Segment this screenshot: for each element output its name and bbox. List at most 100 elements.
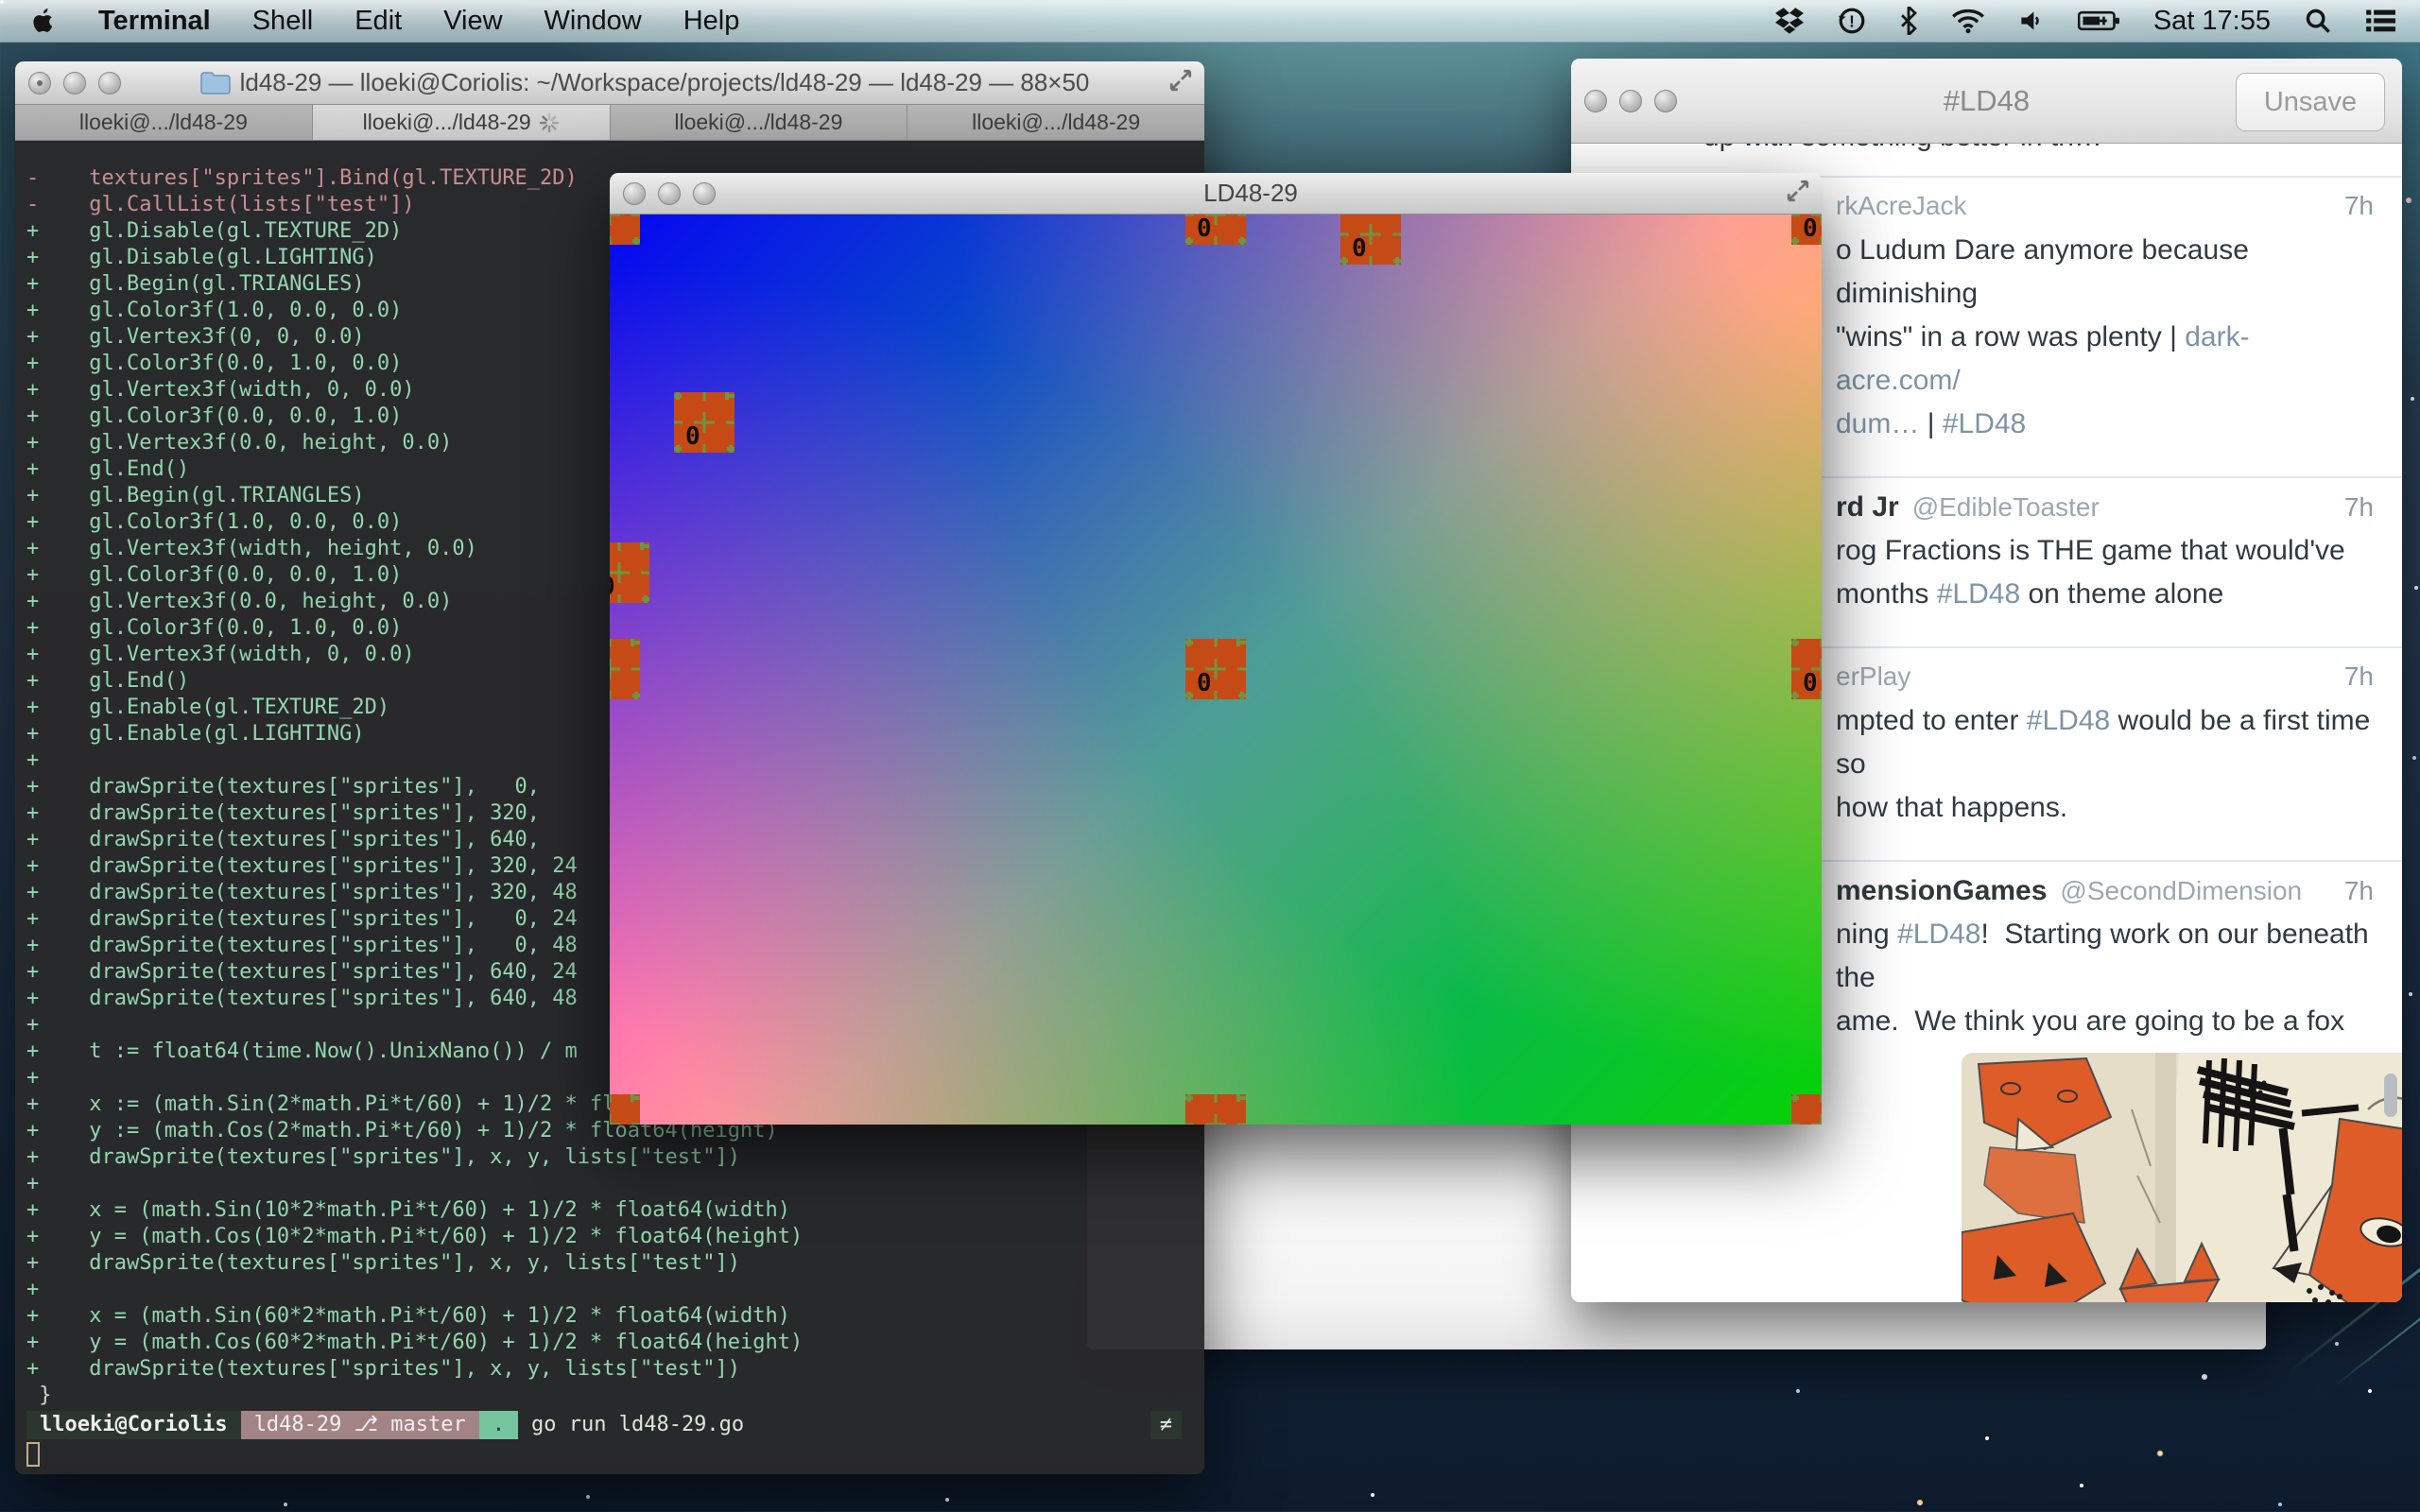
- tweet-link[interactable]: #LD48: [1937, 578, 2020, 610]
- terminal-cursor: [26, 1442, 40, 1467]
- tweet-author-name[interactable]: mensionGames: [1836, 875, 2047, 907]
- game-titlebar[interactable]: LD48-29: [610, 173, 1822, 215]
- svg-text:0: 0: [1352, 234, 1367, 263]
- tweet-text-line: dum… | #LD48: [1836, 403, 2374, 446]
- terminal-line: +: [26, 1277, 1195, 1303]
- tweet-text-segment: on theme alone: [2020, 578, 2223, 610]
- game-window-title: LD48-29: [716, 179, 1786, 208]
- tweet-author-handle[interactable]: @EdibleToaster: [1912, 492, 2100, 523]
- tweet-text-line: ning #LD48! Starting work on our beneath…: [1836, 913, 2374, 1000]
- prompt-git-segment: ld48-29 ⎇ master: [241, 1411, 479, 1439]
- menu-bar: Terminal Shell Edit View Window Help ! S…: [0, 0, 2420, 43]
- menu-help[interactable]: Help: [683, 6, 740, 37]
- tweet-author-handle[interactable]: erPlay: [1836, 662, 1910, 692]
- game-sprite: 0: [1185, 639, 1246, 699]
- fullscreen-icon[interactable]: [1168, 68, 1193, 97]
- close-button[interactable]: [28, 72, 51, 94]
- game-sprite: 0: [610, 542, 649, 603]
- shell-prompt: lloeki@Coriolis ld48-29 ⎇ master . go ru…: [26, 1411, 1195, 1439]
- tweet-text-segment: mpted to enter: [1836, 705, 2027, 736]
- menu-view[interactable]: View: [443, 6, 502, 37]
- svg-text:0: 0: [1803, 669, 1818, 697]
- menu-window[interactable]: Window: [544, 6, 642, 37]
- bluetooth-icon[interactable]: [1900, 7, 1917, 35]
- terminal-line: + x = (math.Sin(60*2*math.Pi*t/60) + 1)/…: [26, 1303, 1195, 1330]
- tweet-timestamp: 7h: [2344, 492, 2374, 523]
- terminal-tab-3[interactable]: lloeki@.../ld48-29: [611, 105, 908, 140]
- tweet-photo-fox-sketches[interactable]: [1962, 1053, 2402, 1302]
- spotlight-icon[interactable]: [2305, 8, 2331, 34]
- prompt-user-segment: lloeki@Coriolis: [26, 1411, 241, 1439]
- terminal-tab-2[interactable]: lloeki@.../ld48-29: [313, 105, 611, 140]
- notification-center-icon[interactable]: [2365, 9, 2395, 33]
- terminal-tab-4[interactable]: lloeki@.../ld48-29: [908, 105, 1204, 140]
- game-sprite: 0: [1791, 639, 1822, 699]
- game-sprite: 0: [1340, 215, 1401, 265]
- tweet-author-name[interactable]: rd Jr: [1836, 491, 1899, 524]
- game-sprite: 0: [674, 392, 735, 453]
- apple-menu-icon[interactable]: [32, 7, 57, 35]
- tweet-text-segment: |: [1919, 408, 1942, 439]
- terminal-line: + drawSprite(textures["sprites"], x, y, …: [26, 1250, 1195, 1277]
- terminal-line: }: [26, 1383, 1195, 1409]
- menu-clock[interactable]: Sat 17:55: [2153, 6, 2271, 37]
- wifi-icon[interactable]: [1951, 8, 1985, 34]
- svg-text:0: 0: [610, 573, 615, 601]
- tweet-timestamp: 7h: [2344, 662, 2374, 692]
- time-machine-icon[interactable]: !: [1838, 7, 1866, 35]
- tweet-link[interactable]: #LD48: [1897, 919, 1980, 950]
- tweet-author-handle[interactable]: @SecondDimension: [2060, 876, 2302, 906]
- tweet-author-handle[interactable]: rkAcreJack: [1836, 191, 1966, 221]
- menu-edit[interactable]: Edit: [354, 6, 402, 37]
- terminal-titlebar[interactable]: ld48-29 — lloeki@Coriolis: ~/Workspace/p…: [15, 61, 1204, 105]
- tweet-link[interactable]: #LD48: [1943, 408, 2026, 439]
- tweet-text-segment: rog Fractions is THE game that would've: [1836, 535, 2345, 566]
- menu-terminal[interactable]: Terminal: [98, 6, 211, 37]
- tweet-text-line: o Ludum Dare anymore because diminishing: [1836, 229, 2374, 316]
- tweet-text-segment: "wins" in a row was plenty |: [1836, 321, 2185, 352]
- minimize-button[interactable]: [63, 72, 86, 94]
- battery-charging-icon[interactable]: [2078, 9, 2119, 33]
- tweet-link[interactable]: #LD48: [2027, 705, 2110, 736]
- tweet-text-segment: how that happens.: [1836, 792, 2067, 823]
- close-button[interactable]: [623, 182, 646, 205]
- terminal-line: + drawSprite(textures["sprites"], x, y, …: [26, 1144, 1195, 1171]
- zoom-button[interactable]: [98, 72, 121, 94]
- tweet-text-segment: o Ludum Dare anymore because diminishing: [1836, 234, 2256, 309]
- tweet-link[interactable]: dum…: [1836, 408, 1919, 439]
- game-sprite: 0: [610, 1094, 640, 1125]
- minimize-button[interactable]: [658, 182, 681, 205]
- menu-shell[interactable]: Shell: [252, 6, 314, 37]
- terminal-tab-bar: lloeki@.../ld48-29 lloeki@.../ld48-29 lloe…: [15, 105, 1204, 141]
- prompt-command[interactable]: go run ld48-29.go: [518, 1411, 757, 1439]
- tweet-text-segment: months: [1836, 578, 1937, 610]
- terminal-line: + drawSprite(textures["sprites"], x, y, …: [26, 1356, 1195, 1383]
- terminal-line: + y = (math.Cos(60*2*math.Pi*t/60) + 1)/…: [26, 1330, 1195, 1356]
- game-sprite: 0: [1185, 1094, 1246, 1125]
- tweet-timestamp: 7h: [2344, 191, 2374, 221]
- scrollbar-thumb[interactable]: [2384, 1074, 2397, 1117]
- volume-icon[interactable]: [2019, 9, 2044, 33]
- unsave-button[interactable]: Unsave: [2236, 73, 2385, 131]
- tab-label: lloeki@.../ld48-29: [363, 110, 531, 135]
- dropbox-icon[interactable]: [1775, 8, 1804, 34]
- game-canvas[interactable]: 0 0 0: [610, 215, 1822, 1125]
- svg-text:0: 0: [1197, 215, 1212, 243]
- terminal-line: + y = (math.Cos(10*2*math.Pi*t/60) + 1)/…: [26, 1224, 1195, 1250]
- tweet-text-segment: ning: [1836, 919, 1897, 950]
- tweet-text-line: mpted to enter #LD48 would be a first ti…: [1836, 699, 2374, 786]
- tweet-text-segment: ame. We think you are going to be a fox: [1836, 1005, 2344, 1037]
- tweet-timestamp: 7h: [2344, 876, 2374, 906]
- fullscreen-icon[interactable]: [1786, 179, 1810, 208]
- tab-label: lloeki@.../ld48-29: [674, 110, 842, 135]
- twitter-titlebar[interactable]: #LD48 Unsave: [1571, 59, 2402, 144]
- terminal-tab-1[interactable]: lloeki@.../ld48-29: [15, 105, 313, 140]
- game-window: LD48-29 0 0: [610, 173, 1822, 1125]
- git-branch-icon: ⎇: [354, 1412, 378, 1438]
- zoom-button[interactable]: [693, 182, 716, 205]
- tab-label: lloeki@.../ld48-29: [972, 110, 1140, 135]
- tweet-text-line: months #LD48 on theme alone: [1836, 573, 2374, 616]
- svg-text:!: !: [1849, 11, 1855, 30]
- terminal-line: + x = (math.Sin(10*2*math.Pi*t/60) + 1)/…: [26, 1197, 1195, 1224]
- terminal-window-title: ld48-29 — lloeki@Coriolis: ~/Workspace/p…: [121, 68, 1168, 97]
